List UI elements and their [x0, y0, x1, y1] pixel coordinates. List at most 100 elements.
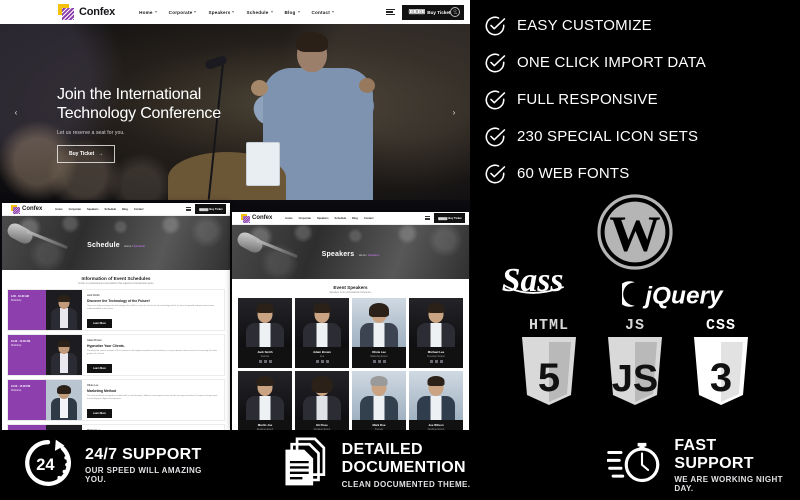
speaker-photo — [409, 371, 463, 421]
benefit-title: FAST SUPPORT — [674, 436, 754, 472]
hamburger-icon[interactable] — [386, 8, 396, 16]
buy-ticket-button[interactable]: 🎟🎟 Buy Ticket — [195, 204, 226, 214]
nav-item-corporate[interactable]: Corporate — [169, 10, 197, 15]
nav-item-home[interactable]: Home — [139, 10, 157, 15]
nav-item-home[interactable]: Home — [285, 217, 292, 220]
speaker-photo — [352, 298, 406, 348]
nav-label: Contact — [311, 9, 331, 15]
nav-item-blog[interactable]: Blog — [352, 217, 358, 220]
speaker-card[interactable]: Olivia Lee Marketing Expert — [352, 298, 406, 368]
breadcrumb-home[interactable]: Home — [124, 245, 131, 248]
tablet-device — [246, 142, 280, 186]
nav-item-blog[interactable]: Blog — [285, 10, 300, 15]
speaker-card[interactable]: Joe Wilson Designer Expert — [409, 371, 463, 430]
feature-label: 230 SPECIAL ICON SETS — [517, 128, 699, 145]
speaker-name: Adam Brown — [313, 350, 331, 354]
chevron-down-icon — [154, 11, 157, 13]
nav-item-speakers[interactable]: Speakers — [87, 208, 99, 211]
nav-item-blog[interactable]: Blog — [122, 208, 128, 211]
social-icons[interactable] — [238, 360, 292, 363]
check-circle-icon — [484, 126, 506, 148]
sass-logo: Sass — [497, 256, 617, 309]
nav-item-corporate[interactable]: Corporate — [299, 217, 311, 220]
speaker-card[interactable]: Michael Lee Developer Expert — [409, 298, 463, 368]
speaker-card[interactable]: Adam Brown Ceo — [295, 298, 349, 368]
brand-name: Confex — [79, 6, 116, 18]
benefit-item-documentation: DETAILED DOCUMENTION CLEAN DOCUMENTED TH… — [281, 437, 546, 494]
schedule-page-screenshot[interactable]: Confex Home Corporate Speakers Schedule … — [2, 203, 230, 430]
feature-list: EASY CUSTOMIZE ONE CLICK IMPORT DATA FUL… — [470, 0, 800, 192]
nav-item-schedule[interactable]: Schedule — [105, 208, 117, 211]
buy-ticket-button[interactable]: 🎟🎟 Buy Ticket — [434, 213, 465, 223]
badge-number: JS — [612, 358, 658, 400]
social-icons[interactable] — [352, 360, 406, 363]
svg-text:24: 24 — [36, 455, 55, 473]
ticket-icon: 🎟🎟 — [437, 215, 448, 221]
schedule-row[interactable]: 13.00 - 15.00 PM Workshop Olivia Lee Mar… — [7, 379, 225, 421]
nav-item-home[interactable]: Home — [55, 208, 62, 211]
nav-item-contact[interactable]: Contact — [134, 208, 144, 211]
benefit-text: 24/7 SUPPORT OUR SPEED WILL AMAZING YOU. — [85, 446, 221, 485]
page-banner: Speakers Home / Speakers — [232, 225, 469, 279]
buy-ticket-label: Buy Ticket — [448, 216, 462, 220]
nav-item-contact[interactable]: Contact — [312, 10, 335, 15]
speaker-thumbnail — [46, 380, 82, 420]
feature-item: ONE CLICK IMPORT DATA — [484, 44, 800, 81]
social-icons[interactable] — [295, 360, 349, 363]
schedule-kind: Workshop — [11, 390, 22, 392]
feature-label: 60 WEB FONTS — [517, 165, 630, 182]
learn-more-button[interactable]: Learn More — [87, 363, 112, 373]
linkedin-icon — [382, 360, 386, 363]
schedule-speaker: Olivia Lee — [87, 384, 99, 387]
chevron-down-icon — [270, 11, 273, 13]
site-header: Confex Home Corporate Speakers Schedule … — [0, 0, 470, 24]
schedule-desc: There are videos showing the technologie… — [87, 304, 215, 310]
nav-item-schedule[interactable]: Schedule — [246, 10, 273, 15]
speaker-card[interactable]: Martin Joe Designer Expert — [238, 371, 292, 430]
nav-label: Blog — [284, 9, 296, 15]
banner-heading: Schedule Home / Schedule — [87, 234, 145, 252]
badge-number: 5 — [538, 356, 560, 400]
slider-next-button[interactable]: › — [447, 105, 461, 119]
benefit-title: 24/7 SUPPORT — [85, 445, 202, 463]
svg-text:W: W — [609, 206, 660, 263]
chevron-down-icon — [232, 11, 235, 13]
hero-title: Join the International Technology Confer… — [57, 86, 221, 124]
nav-item-speakers[interactable]: Speakers — [317, 217, 329, 220]
hero-buy-ticket-button[interactable]: Buy Ticket → — [57, 144, 116, 163]
social-icons[interactable] — [409, 360, 463, 363]
speaker-meta: Martin Joe Designer Expert — [238, 420, 292, 430]
search-icon[interactable] — [450, 7, 460, 17]
benefit-text: DETAILED DOCUMENTION CLEAN DOCUMENTED TH… — [342, 441, 546, 488]
microphone-icon — [5, 220, 68, 258]
learn-more-button[interactable]: Learn More — [87, 318, 112, 328]
svg-text:jQuery: jQuery — [642, 282, 724, 309]
section-subtitle: Speakers of our international conference… — [329, 292, 372, 294]
nav-item-schedule[interactable]: Schedule — [335, 217, 347, 220]
brand-logo[interactable]: Confex — [241, 213, 272, 223]
speaker-card[interactable]: Jack Smith Founder — [238, 298, 292, 368]
speaker-card[interactable]: Eli Rose Designer Expert — [295, 371, 349, 430]
slider-prev-button[interactable]: ‹ — [9, 105, 23, 119]
brand-logo[interactable]: Confex — [58, 3, 116, 21]
ticket-icon: 🎟🎟 — [198, 206, 209, 212]
breadcrumb-home[interactable]: Home — [359, 254, 366, 257]
nav-item-contact[interactable]: Contact — [364, 217, 374, 220]
css3-shield-icon: 3 — [694, 337, 748, 405]
mini-header: Confex Home Corporate Speakers Schedule … — [232, 212, 469, 225]
twitter-icon — [434, 360, 438, 363]
badge-name: CSS — [705, 317, 736, 334]
nav-item-speakers[interactable]: Speakers — [208, 10, 235, 15]
facebook-icon — [372, 360, 376, 363]
brand-logo[interactable]: Confex — [11, 204, 42, 214]
schedule-row[interactable]: 9.00 - 10.30 AM Workshop Jack Smith Disc… — [7, 289, 225, 331]
speaker-card[interactable]: Mark Doe Founder — [352, 371, 406, 430]
nav-item-corporate[interactable]: Corporate — [69, 208, 81, 211]
learn-more-button[interactable]: Learn More — [87, 408, 112, 418]
linkedin-icon — [325, 360, 329, 363]
hamburger-icon[interactable] — [186, 207, 192, 211]
schedule-row[interactable]: 10.30 - 12.00 AM Workshop Adam Brown Hyp… — [7, 334, 225, 376]
feature-item: 230 SPECIAL ICON SETS — [484, 118, 800, 155]
hamburger-icon[interactable] — [425, 216, 431, 220]
speakers-page-screenshot[interactable]: Confex Home Corporate Speakers Schedule … — [232, 212, 469, 430]
